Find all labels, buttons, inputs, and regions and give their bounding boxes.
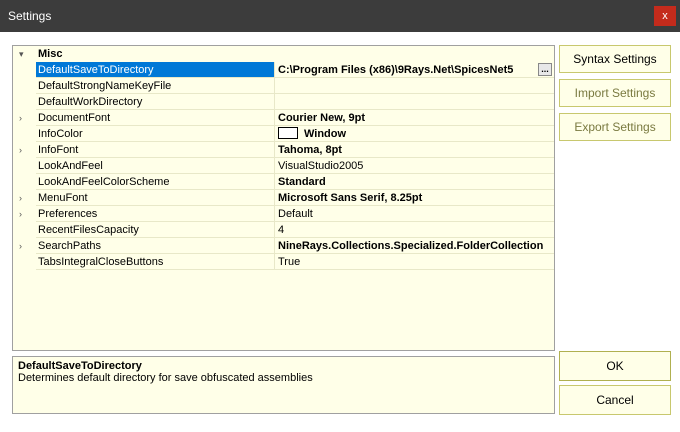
property-row[interactable]: › Preferences Default	[13, 206, 554, 222]
property-value-text: Default	[278, 208, 313, 220]
property-row[interactable]: DefaultStrongNameKeyFile	[13, 78, 554, 94]
property-value[interactable]: Courier New, 9pt	[275, 110, 554, 126]
window-title: Settings	[8, 9, 52, 23]
expand-icon[interactable]: ›	[19, 240, 29, 252]
property-name[interactable]: TabsIntegralCloseButtons	[36, 254, 275, 270]
property-value-text: Standard	[278, 176, 326, 188]
row-margin	[13, 62, 36, 78]
cancel-button[interactable]: Cancel	[559, 385, 671, 415]
property-name[interactable]: Preferences	[36, 206, 275, 222]
row-margin	[13, 158, 36, 174]
property-value[interactable]: Default	[275, 206, 554, 222]
property-value-text: Courier New, 9pt	[278, 112, 365, 124]
row-margin	[13, 78, 36, 94]
property-value[interactable]: C:\Program Files (x86)\9Rays.Net\SpicesN…	[275, 62, 554, 78]
title-bar: Settings x	[0, 0, 680, 32]
property-name[interactable]: InfoFont	[36, 142, 275, 158]
property-row[interactable]: TabsIntegralCloseButtons True	[13, 254, 554, 270]
property-name[interactable]: DefaultSaveToDirectory	[36, 62, 275, 78]
row-margin: ›	[13, 110, 36, 126]
property-name[interactable]: DefaultStrongNameKeyFile	[36, 78, 275, 94]
property-row[interactable]: LookAndFeelColorScheme Standard	[13, 174, 554, 190]
export-settings-button[interactable]: Export Settings	[559, 113, 671, 141]
row-margin	[13, 222, 36, 238]
property-row[interactable]: › SearchPaths NineRays.Collections.Special…	[13, 238, 554, 254]
expand-icon[interactable]: ›	[19, 112, 29, 124]
property-value[interactable]: True	[275, 254, 554, 270]
help-panel: DefaultSaveToDirectory Determines defaul…	[12, 356, 555, 414]
row-margin: ›	[13, 238, 36, 254]
expand-icon[interactable]: ›	[19, 192, 29, 204]
property-row[interactable]: › InfoFont Tahoma, 8pt	[13, 142, 554, 158]
property-value-text: NineRays.Collections.Specialized.FolderC…	[278, 240, 544, 252]
property-value[interactable]: Standard	[275, 174, 554, 190]
row-margin	[13, 254, 36, 270]
browse-button[interactable]: ...	[538, 63, 552, 76]
close-button[interactable]: x	[654, 6, 676, 26]
property-name[interactable]: RecentFilesCapacity	[36, 222, 275, 238]
property-row[interactable]: LookAndFeel VisualStudio2005	[13, 158, 554, 174]
property-row[interactable]: › DocumentFont Courier New, 9pt	[13, 110, 554, 126]
property-name[interactable]: LookAndFeelColorScheme	[36, 174, 275, 190]
row-margin: ›	[13, 190, 36, 206]
property-row[interactable]: DefaultSaveToDirectory C:\Program Files (…	[13, 62, 554, 78]
property-name[interactable]: DocumentFont	[36, 110, 275, 126]
help-description: Determines default directory for save ob…	[18, 372, 313, 384]
row-margin	[13, 126, 36, 142]
property-value[interactable]	[275, 94, 554, 110]
property-row[interactable]: InfoColor Window	[13, 126, 554, 142]
row-margin: ›	[13, 142, 36, 158]
property-value-text: True	[278, 256, 301, 268]
property-value-text: Window	[304, 128, 347, 140]
property-row[interactable]: DefaultWorkDirectory	[13, 94, 554, 110]
row-margin	[13, 174, 36, 190]
property-row[interactable]: › MenuFont Microsoft Sans Serif, 8.25pt	[13, 190, 554, 206]
import-settings-button[interactable]: Import Settings	[559, 79, 671, 107]
help-title: DefaultSaveToDirectory	[18, 360, 142, 372]
property-value[interactable]: Microsoft Sans Serif, 8.25pt	[275, 190, 554, 206]
property-value-text: 4	[278, 224, 285, 236]
property-name[interactable]: MenuFont	[36, 190, 275, 206]
property-grid[interactable]: ▾ Misc DefaultSaveToDirectory C:\Program …	[12, 45, 555, 351]
property-value[interactable]: 4	[275, 222, 554, 238]
expand-icon[interactable]: ›	[19, 144, 29, 156]
property-row[interactable]: RecentFilesCapacity 4	[13, 222, 554, 238]
property-value[interactable]: VisualStudio2005	[275, 158, 554, 174]
property-value[interactable]	[275, 78, 554, 94]
property-name[interactable]: LookAndFeel	[36, 158, 275, 174]
property-value[interactable]: Window	[275, 126, 554, 142]
property-value-text: VisualStudio2005	[278, 160, 364, 172]
category-label: Misc	[38, 48, 63, 60]
property-name[interactable]: InfoColor	[36, 126, 275, 142]
close-icon: x	[662, 10, 668, 22]
property-value[interactable]: NineRays.Collections.Specialized.FolderC…	[275, 238, 554, 254]
ok-button[interactable]: OK	[559, 351, 671, 381]
row-margin	[13, 94, 36, 110]
collapse-icon[interactable]: ▾	[19, 48, 29, 60]
expand-icon[interactable]: ›	[19, 208, 29, 220]
category-misc[interactable]: ▾ Misc	[13, 46, 554, 62]
color-swatch	[278, 127, 298, 140]
property-value-text: Microsoft Sans Serif, 8.25pt	[278, 192, 423, 204]
property-value-text: C:\Program Files (x86)\9Rays.Net\SpicesN…	[278, 64, 514, 76]
property-value-text: Tahoma, 8pt	[278, 144, 342, 156]
row-margin: ›	[13, 206, 36, 222]
property-value[interactable]: Tahoma, 8pt	[275, 142, 554, 158]
property-name[interactable]: DefaultWorkDirectory	[36, 94, 275, 110]
property-name[interactable]: SearchPaths	[36, 238, 275, 254]
syntax-settings-button[interactable]: Syntax Settings	[559, 45, 671, 73]
